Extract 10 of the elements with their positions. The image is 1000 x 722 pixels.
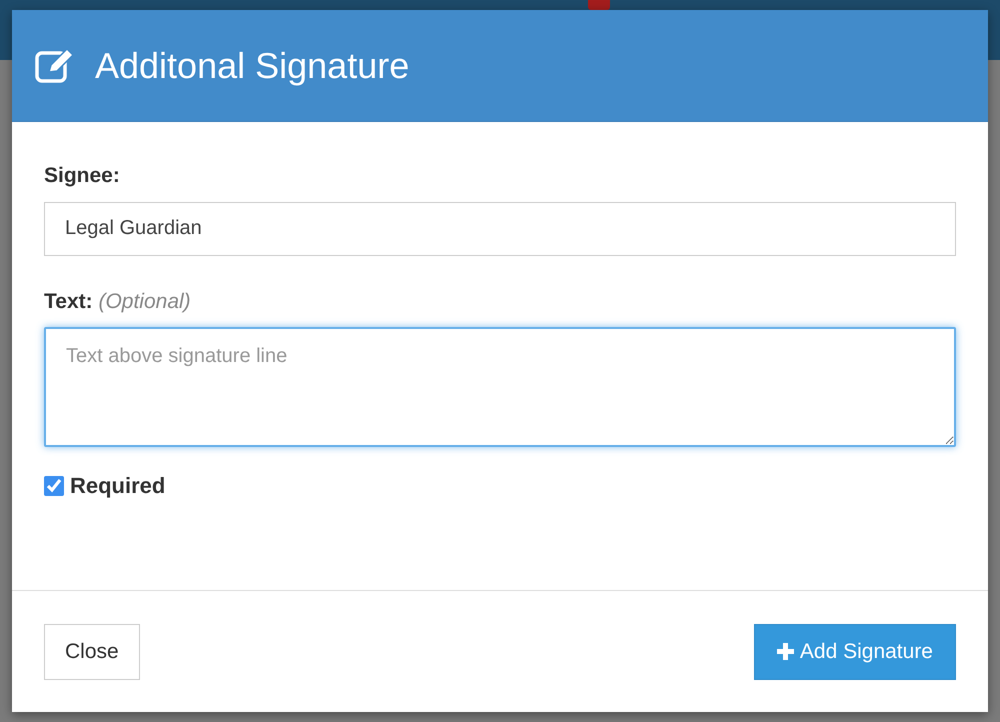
text-field[interactable]: Text above signature line <box>44 327 956 447</box>
dialog-title: Additonal Signature <box>95 44 410 88</box>
field-label: Text: (Optional) <box>44 288 192 314</box>
required-checkbox[interactable] <box>44 476 64 496</box>
field-label: Signee: <box>44 163 121 189</box>
checkbox-label: Required <box>70 472 166 500</box>
plus-icon <box>776 643 794 660</box>
close-button[interactable]: Close <box>44 624 140 680</box>
edit-icon <box>35 48 75 84</box>
signee-field[interactable]: Legal Guardian <box>44 202 956 256</box>
